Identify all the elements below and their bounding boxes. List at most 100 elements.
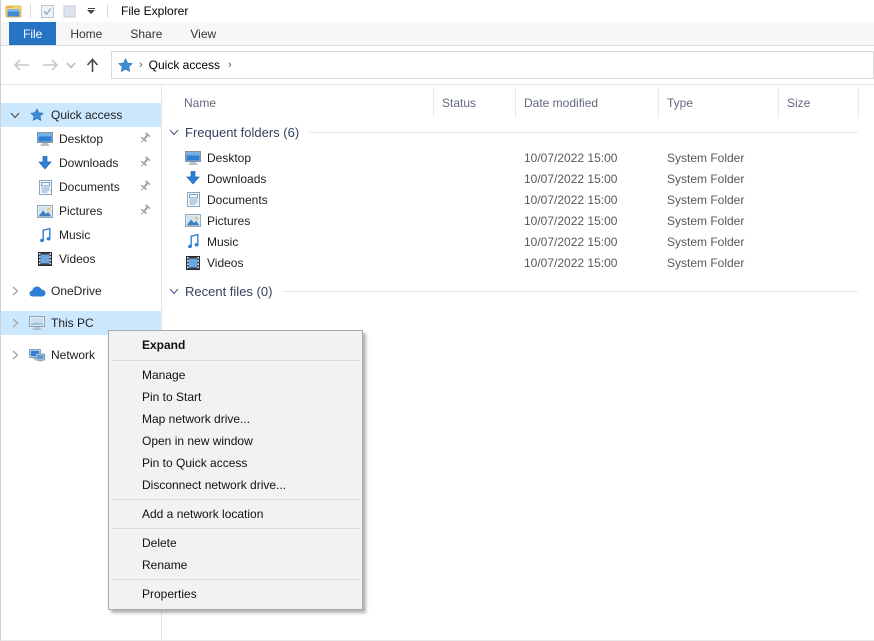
menu-separator: [111, 528, 360, 529]
breadcrumb-chevron-icon[interactable]: ›: [133, 59, 149, 71]
context-menu-item-disconnect-network-drive[interactable]: Disconnect network drive...: [109, 474, 362, 496]
file-status: [434, 231, 516, 252]
file-size: [779, 189, 859, 210]
file-type: System Folder: [659, 231, 779, 252]
forward-button-icon[interactable]: [37, 53, 63, 77]
chevron-right-icon[interactable]: [9, 285, 21, 297]
file-size: [779, 210, 859, 231]
file-type: System Folder: [659, 189, 779, 210]
file-status: [434, 147, 516, 168]
file-size: [779, 147, 859, 168]
column-header-size[interactable]: Size: [779, 88, 859, 118]
context-menu-item-expand[interactable]: Expand: [109, 333, 362, 357]
column-header-name[interactable]: Name: [162, 88, 434, 118]
chevron-right-icon[interactable]: [9, 317, 21, 329]
address-bar: › Quick access ›: [1, 46, 874, 85]
chevron-right-icon[interactable]: [9, 349, 21, 361]
onedrive-icon: [29, 283, 45, 299]
tab-share[interactable]: Share: [116, 22, 176, 45]
recent-locations-dropdown-icon[interactable]: [65, 53, 77, 77]
properties-check-icon[interactable]: [38, 3, 56, 19]
music-icon: [185, 234, 201, 250]
file-row-documents[interactable]: Documents10/07/2022 15:00System Folder: [162, 189, 874, 210]
file-date-modified: 10/07/2022 15:00: [516, 210, 659, 231]
column-header-label: Name: [162, 96, 216, 110]
column-header-label: Type: [659, 96, 693, 110]
documents-icon: [185, 192, 201, 208]
context-menu-item-manage[interactable]: Manage: [109, 364, 362, 386]
network-icon: [29, 347, 45, 363]
file-type: System Folder: [659, 252, 779, 273]
sidebar-item-documents[interactable]: Documents: [1, 175, 161, 199]
file-type: System Folder: [659, 147, 779, 168]
context-menu-item-map-network-drive[interactable]: Map network drive...: [109, 408, 362, 430]
column-header-date-modified[interactable]: Date modified: [516, 88, 659, 118]
chevron-down-icon[interactable]: [9, 109, 21, 121]
quick-access-star-icon: [29, 107, 45, 123]
file-type: System Folder: [659, 210, 779, 231]
menu-separator: [111, 579, 360, 580]
videos-icon: [37, 251, 53, 267]
file-name: Pictures: [207, 214, 250, 228]
context-menu-item-rename[interactable]: Rename: [109, 554, 362, 576]
group-collapse-icon[interactable]: [169, 129, 181, 136]
file-date-modified: 10/07/2022 15:00: [516, 252, 659, 273]
file-date-modified: 10/07/2022 15:00: [516, 168, 659, 189]
sidebar-item-music[interactable]: Music: [1, 223, 161, 247]
group-collapse-icon[interactable]: [169, 288, 181, 295]
quick-access-star-icon: [118, 58, 133, 73]
customize-toolbar-dropdown-icon[interactable]: [82, 3, 100, 19]
file-row-pictures[interactable]: Pictures 10/07/2022 15:00System Folder: [162, 210, 874, 231]
context-menu-item-pin-to-quick-access[interactable]: Pin to Quick access: [109, 452, 362, 474]
file-name: Videos: [207, 256, 243, 270]
tab-home[interactable]: Home: [56, 22, 116, 45]
file-size: [779, 168, 859, 189]
this-pc-icon: [29, 315, 45, 331]
address-box[interactable]: › Quick access ›: [111, 51, 874, 79]
file-size: [779, 231, 859, 252]
file-row-music[interactable]: Music10/07/2022 15:00System Folder: [162, 231, 874, 252]
explorer-logo-icon[interactable]: [5, 3, 23, 19]
file-status: [434, 168, 516, 189]
tab-file[interactable]: File: [9, 22, 56, 45]
menu-separator: [111, 499, 360, 500]
sidebar-item-label: Downloads: [1, 156, 118, 170]
file-row-downloads[interactable]: Downloads10/07/2022 15:00System Folder: [162, 168, 874, 189]
context-menu-item-properties[interactable]: Properties: [109, 583, 362, 605]
back-button-icon[interactable]: [9, 53, 35, 77]
file-row-videos[interactable]: Videos 10/07/2022 15:00System Folder: [162, 252, 874, 273]
file-name: Desktop: [207, 151, 251, 165]
group-header-recent-files-0-[interactable]: Recent files (0): [162, 281, 858, 301]
file-size: [779, 252, 859, 273]
breadcrumb-quick-access[interactable]: Quick access: [149, 58, 222, 72]
file-row-desktop[interactable]: Desktop10/07/2022 15:00System Folder: [162, 147, 874, 168]
file-status: [434, 252, 516, 273]
sidebar-item-onedrive[interactable]: OneDrive: [1, 279, 161, 303]
column-header-status[interactable]: Status: [434, 88, 516, 118]
sidebar-item-videos[interactable]: Videos: [1, 247, 161, 271]
videos-icon: [185, 255, 201, 271]
column-header-type[interactable]: Type: [659, 88, 779, 118]
music-icon: [37, 227, 53, 243]
breadcrumb-chevron-icon[interactable]: ›: [222, 59, 238, 71]
sidebar-item-pictures[interactable]: Pictures: [1, 199, 161, 223]
file-status: [434, 189, 516, 210]
this-pc-context-menu: Expand ManagePin to StartMap network driv…: [108, 330, 363, 610]
sidebar-item-quick-access[interactable]: Quick access: [1, 103, 161, 127]
context-menu-item-pin-to-start[interactable]: Pin to Start: [109, 386, 362, 408]
context-menu-item-add-a-network-location[interactable]: Add a network location: [109, 503, 362, 525]
sidebar-item-downloads[interactable]: Downloads: [1, 151, 161, 175]
downloads-icon: [37, 155, 53, 171]
sidebar-item-desktop[interactable]: Desktop: [1, 127, 161, 151]
tab-view[interactable]: View: [176, 22, 230, 45]
pin-icon: [139, 132, 153, 146]
group-header-frequent-folders-6-[interactable]: Frequent folders (6): [162, 122, 858, 142]
toolbar-separator: [107, 4, 108, 18]
context-menu-item-open-in-new-window[interactable]: Open in new window: [109, 430, 362, 452]
new-folder-icon[interactable]: [60, 3, 78, 19]
context-menu-item-delete[interactable]: Delete: [109, 532, 362, 554]
navigation-buttons: [1, 53, 105, 77]
up-button-icon[interactable]: [79, 53, 105, 77]
menu-separator: [111, 360, 360, 361]
group-label: Recent files (0): [185, 284, 272, 299]
